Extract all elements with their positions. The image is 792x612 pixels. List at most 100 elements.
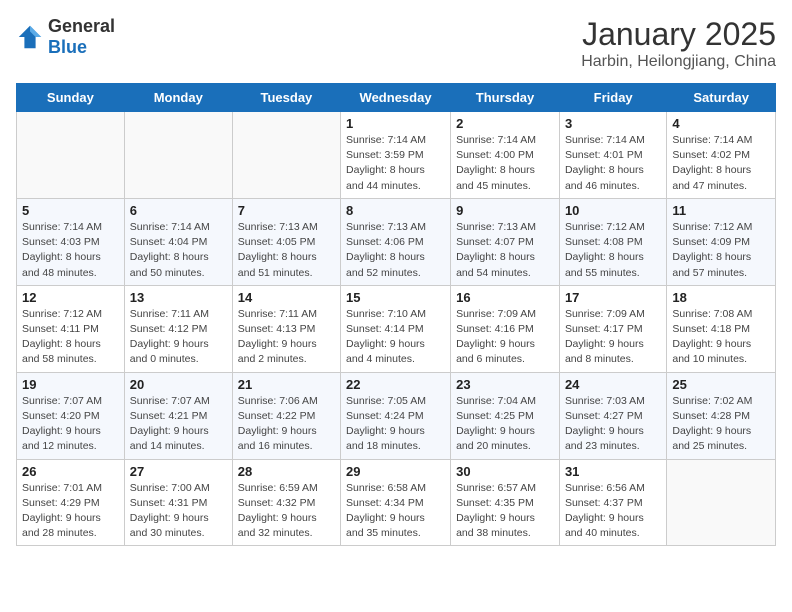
calendar-day-cell: 11 Sunrise: 7:12 AM Sunset: 4:09 PM Dayli… <box>667 198 776 285</box>
calendar-day-cell: 20 Sunrise: 7:07 AM Sunset: 4:21 PM Dayli… <box>124 372 232 459</box>
day-number: 11 <box>672 203 770 218</box>
day-number: 4 <box>672 116 770 131</box>
weekday-header: Monday <box>124 84 232 112</box>
day-number: 20 <box>130 377 227 392</box>
day-number: 21 <box>238 377 335 392</box>
calendar-day-cell: 25 Sunrise: 7:02 AM Sunset: 4:28 PM Dayli… <box>667 372 776 459</box>
day-info: Sunrise: 7:07 AM Sunset: 4:20 PM Dayligh… <box>22 394 119 455</box>
calendar-day-cell: 9Sunrise: 7:13 AM Sunset: 4:07 PM Daylig… <box>451 198 560 285</box>
page-header: General Blue January 2025 Harbin, Heilon… <box>16 16 776 71</box>
weekday-header: Wednesday <box>341 84 451 112</box>
day-number: 17 <box>565 290 661 305</box>
day-info: Sunrise: 7:07 AM Sunset: 4:21 PM Dayligh… <box>130 394 227 455</box>
day-number: 22 <box>346 377 445 392</box>
day-number: 31 <box>565 464 661 479</box>
calendar-week-row: 1Sunrise: 7:14 AM Sunset: 3:59 PM Daylig… <box>17 112 776 199</box>
day-number: 23 <box>456 377 554 392</box>
day-info: Sunrise: 6:56 AM Sunset: 4:37 PM Dayligh… <box>565 481 661 542</box>
calendar-day-cell <box>667 459 776 546</box>
day-info: Sunrise: 7:00 AM Sunset: 4:31 PM Dayligh… <box>130 481 227 542</box>
calendar-day-cell: 21 Sunrise: 7:06 AM Sunset: 4:22 PM Dayli… <box>232 372 340 459</box>
calendar-day-cell: 26 Sunrise: 7:01 AM Sunset: 4:29 PM Dayli… <box>17 459 125 546</box>
location-title: Harbin, Heilongjiang, China <box>581 53 776 71</box>
day-info: Sunrise: 7:02 AM Sunset: 4:28 PM Dayligh… <box>672 394 770 455</box>
day-info: Sunrise: 6:59 AM Sunset: 4:32 PM Dayligh… <box>238 481 335 542</box>
calendar-day-cell <box>124 112 232 199</box>
weekday-header: Saturday <box>667 84 776 112</box>
calendar-day-cell: 28Sunrise: 6:59 AM Sunset: 4:32 PM Dayli… <box>232 459 340 546</box>
day-info: Sunrise: 6:57 AM Sunset: 4:35 PM Dayligh… <box>456 481 554 542</box>
calendar-day-cell: 23 Sunrise: 7:04 AM Sunset: 4:25 PM Dayli… <box>451 372 560 459</box>
calendar-day-cell: 31 Sunrise: 6:56 AM Sunset: 4:37 PM Dayli… <box>559 459 666 546</box>
calendar-day-cell: 10Sunrise: 7:12 AM Sunset: 4:08 PM Dayli… <box>559 198 666 285</box>
day-info: Sunrise: 7:13 AM Sunset: 4:05 PM Dayligh… <box>238 220 335 281</box>
day-info: Sunrise: 7:13 AM Sunset: 4:07 PM Dayligh… <box>456 220 554 281</box>
day-number: 25 <box>672 377 770 392</box>
weekday-header: Sunday <box>17 84 125 112</box>
calendar-day-cell: 17 Sunrise: 7:09 AM Sunset: 4:17 PM Dayli… <box>559 285 666 372</box>
calendar-day-cell <box>232 112 340 199</box>
day-number: 30 <box>456 464 554 479</box>
day-info: Sunrise: 7:14 AM Sunset: 4:01 PM Dayligh… <box>565 133 661 194</box>
day-info: Sunrise: 7:14 AM Sunset: 4:02 PM Dayligh… <box>672 133 770 194</box>
weekday-header-row: SundayMondayTuesdayWednesdayThursdayFrid… <box>17 84 776 112</box>
day-info: Sunrise: 7:10 AM Sunset: 4:14 PM Dayligh… <box>346 307 445 368</box>
logo-blue: Blue <box>48 37 87 57</box>
weekday-header: Thursday <box>451 84 560 112</box>
day-info: Sunrise: 7:09 AM Sunset: 4:17 PM Dayligh… <box>565 307 661 368</box>
calendar-day-cell: 14Sunrise: 7:11 AM Sunset: 4:13 PM Dayli… <box>232 285 340 372</box>
day-number: 15 <box>346 290 445 305</box>
calendar-day-cell: 15 Sunrise: 7:10 AM Sunset: 4:14 PM Dayli… <box>341 285 451 372</box>
calendar-week-row: 26 Sunrise: 7:01 AM Sunset: 4:29 PM Dayli… <box>17 459 776 546</box>
day-info: Sunrise: 7:09 AM Sunset: 4:16 PM Dayligh… <box>456 307 554 368</box>
day-info: Sunrise: 6:58 AM Sunset: 4:34 PM Dayligh… <box>346 481 445 542</box>
calendar-day-cell: 5Sunrise: 7:14 AM Sunset: 4:03 PM Daylig… <box>17 198 125 285</box>
month-title: January 2025 <box>581 16 776 53</box>
day-number: 26 <box>22 464 119 479</box>
day-number: 14 <box>238 290 335 305</box>
calendar-day-cell: 22Sunrise: 7:05 AM Sunset: 4:24 PM Dayli… <box>341 372 451 459</box>
calendar-week-row: 5Sunrise: 7:14 AM Sunset: 4:03 PM Daylig… <box>17 198 776 285</box>
day-info: Sunrise: 7:08 AM Sunset: 4:18 PM Dayligh… <box>672 307 770 368</box>
day-number: 2 <box>456 116 554 131</box>
calendar-day-cell: 4 Sunrise: 7:14 AM Sunset: 4:02 PM Daylig… <box>667 112 776 199</box>
weekday-header: Friday <box>559 84 666 112</box>
calendar-day-cell: 1Sunrise: 7:14 AM Sunset: 3:59 PM Daylig… <box>341 112 451 199</box>
calendar-day-cell: 18Sunrise: 7:08 AM Sunset: 4:18 PM Dayli… <box>667 285 776 372</box>
calendar-day-cell: 29 Sunrise: 6:58 AM Sunset: 4:34 PM Dayli… <box>341 459 451 546</box>
calendar-day-cell: 2Sunrise: 7:14 AM Sunset: 4:00 PM Daylig… <box>451 112 560 199</box>
day-info: Sunrise: 7:04 AM Sunset: 4:25 PM Dayligh… <box>456 394 554 455</box>
day-number: 1 <box>346 116 445 131</box>
calendar-day-cell <box>17 112 125 199</box>
day-info: Sunrise: 7:01 AM Sunset: 4:29 PM Dayligh… <box>22 481 119 542</box>
calendar-day-cell: 16Sunrise: 7:09 AM Sunset: 4:16 PM Dayli… <box>451 285 560 372</box>
day-number: 27 <box>130 464 227 479</box>
day-number: 29 <box>346 464 445 479</box>
logo-general: General <box>48 16 115 36</box>
day-info: Sunrise: 7:12 AM Sunset: 4:09 PM Dayligh… <box>672 220 770 281</box>
calendar-day-cell: 12Sunrise: 7:12 AM Sunset: 4:11 PM Dayli… <box>17 285 125 372</box>
day-info: Sunrise: 7:13 AM Sunset: 4:06 PM Dayligh… <box>346 220 445 281</box>
calendar-table: SundayMondayTuesdayWednesdayThursdayFrid… <box>16 83 776 546</box>
calendar-day-cell: 8 Sunrise: 7:13 AM Sunset: 4:06 PM Daylig… <box>341 198 451 285</box>
day-info: Sunrise: 7:03 AM Sunset: 4:27 PM Dayligh… <box>565 394 661 455</box>
logo-icon <box>16 23 44 51</box>
day-number: 8 <box>346 203 445 218</box>
day-number: 24 <box>565 377 661 392</box>
calendar-day-cell: 30 Sunrise: 6:57 AM Sunset: 4:35 PM Dayli… <box>451 459 560 546</box>
day-info: Sunrise: 7:06 AM Sunset: 4:22 PM Dayligh… <box>238 394 335 455</box>
day-number: 19 <box>22 377 119 392</box>
day-number: 13 <box>130 290 227 305</box>
day-number: 7 <box>238 203 335 218</box>
day-number: 3 <box>565 116 661 131</box>
weekday-header: Tuesday <box>232 84 340 112</box>
calendar-day-cell: 7 Sunrise: 7:13 AM Sunset: 4:05 PM Daylig… <box>232 198 340 285</box>
calendar-day-cell: 13 Sunrise: 7:11 AM Sunset: 4:12 PM Dayli… <box>124 285 232 372</box>
day-number: 5 <box>22 203 119 218</box>
calendar-week-row: 12Sunrise: 7:12 AM Sunset: 4:11 PM Dayli… <box>17 285 776 372</box>
day-info: Sunrise: 7:11 AM Sunset: 4:12 PM Dayligh… <box>130 307 227 368</box>
day-info: Sunrise: 7:12 AM Sunset: 4:08 PM Dayligh… <box>565 220 661 281</box>
calendar-day-cell: 27 Sunrise: 7:00 AM Sunset: 4:31 PM Dayli… <box>124 459 232 546</box>
calendar-day-cell: 6Sunrise: 7:14 AM Sunset: 4:04 PM Daylig… <box>124 198 232 285</box>
logo: General Blue <box>16 16 115 58</box>
